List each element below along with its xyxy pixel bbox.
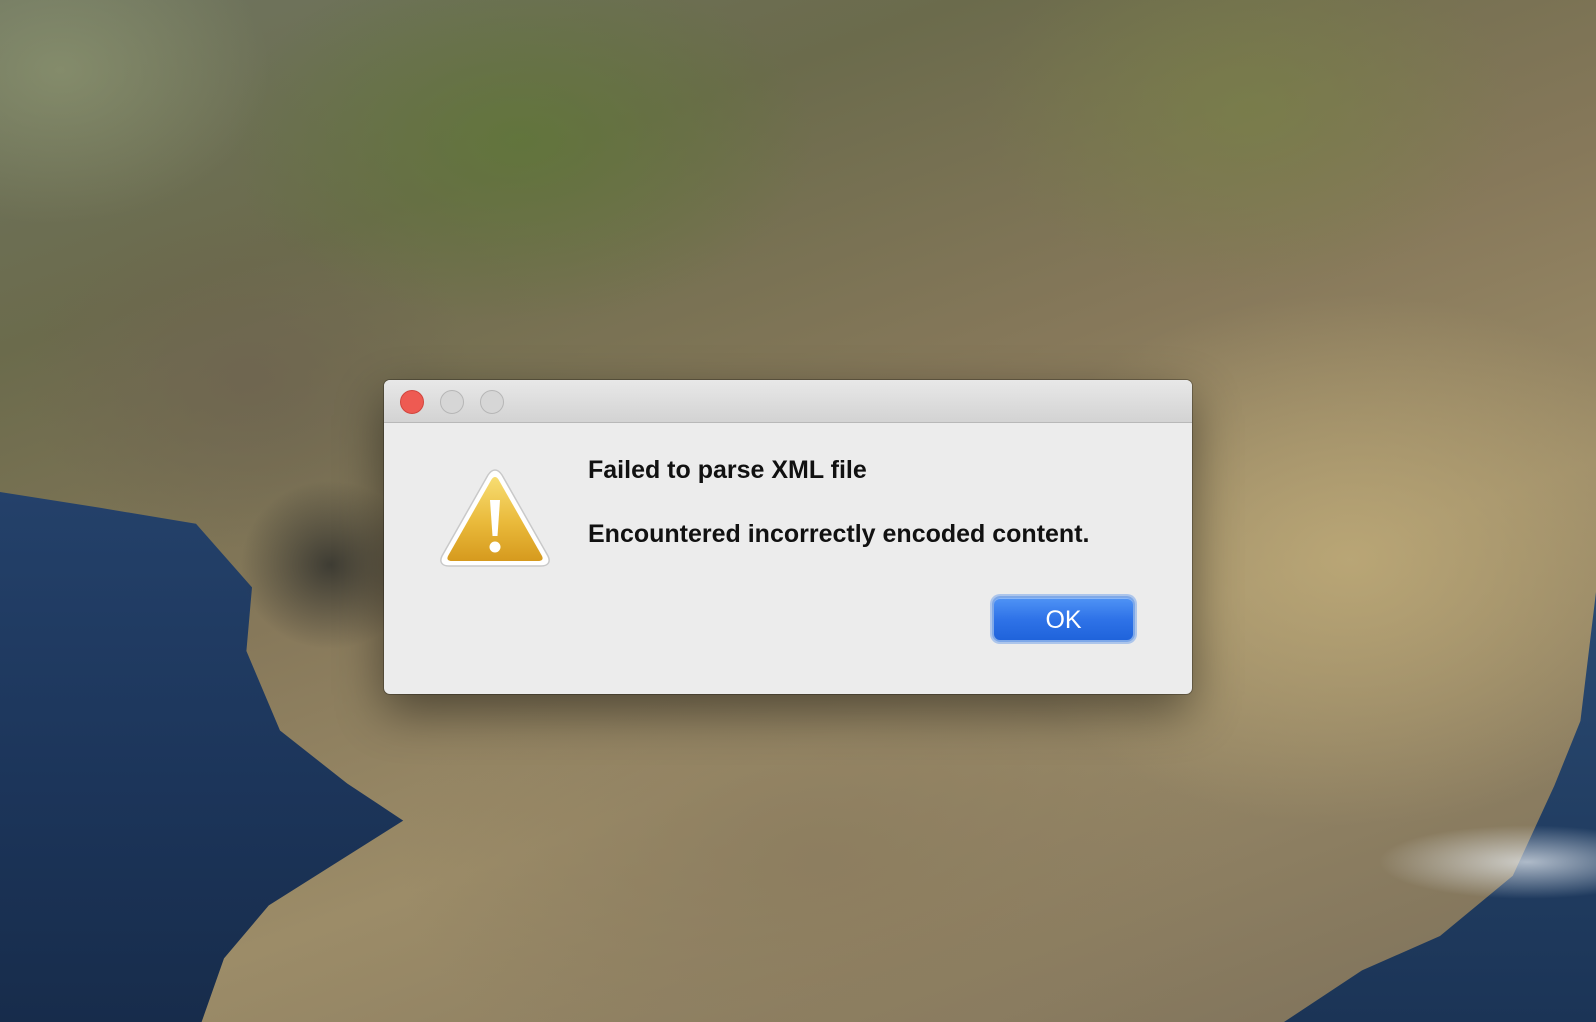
zoom-icon (480, 390, 504, 414)
desktop-wallpaper: Failed to parse XML file Encountered inc… (0, 0, 1596, 1022)
alert-title: Failed to parse XML file (588, 456, 867, 484)
minimize-icon (440, 390, 464, 414)
alert-dialog: Failed to parse XML file Encountered inc… (384, 380, 1192, 694)
close-icon[interactable] (400, 390, 424, 414)
wallpaper-surf (1366, 822, 1596, 902)
alert-message: Encountered incorrectly encoded content. (588, 520, 1090, 548)
warning-icon (440, 469, 550, 567)
dialog-titlebar[interactable] (384, 380, 1192, 423)
ok-button[interactable]: OK (992, 596, 1135, 642)
